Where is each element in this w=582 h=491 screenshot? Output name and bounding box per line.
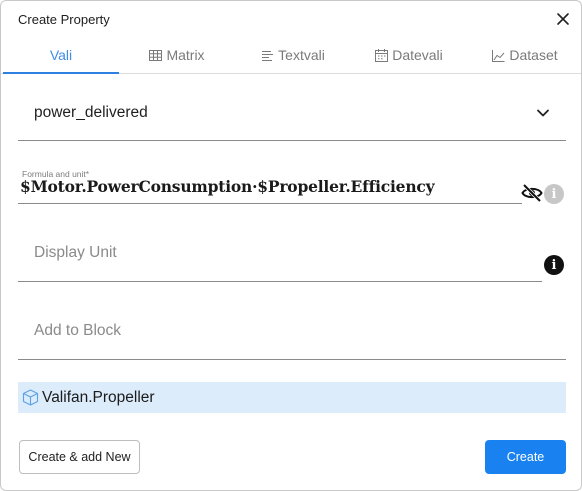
calendar-icon <box>375 48 389 62</box>
info-icon[interactable]: i <box>544 255 564 275</box>
area-chart-icon <box>492 49 505 62</box>
table-icon <box>149 49 163 62</box>
create-property-dialog: Create Property Vali Matrix Textvali Dat… <box>0 0 582 491</box>
display-unit-field[interactable]: Display Unit <box>18 230 542 282</box>
selected-block-label: Valifan.Propeller <box>42 389 155 406</box>
tab-vali[interactable]: Vali <box>3 37 119 74</box>
property-type-tabs: Vali Matrix Textvali Datevali Dataset <box>1 37 581 74</box>
tab-label: Dataset <box>509 47 558 63</box>
eye-off-icon[interactable] <box>521 183 543 203</box>
text-lines-icon <box>261 49 274 62</box>
tab-dataset[interactable]: Dataset <box>475 37 575 73</box>
chevron-down-icon[interactable] <box>536 106 550 120</box>
property-name-select[interactable]: power_delivered <box>18 90 566 141</box>
tab-textvali[interactable]: Textvali <box>245 37 341 73</box>
add-to-block-placeholder: Add to Block <box>34 322 122 339</box>
create-and-add-new-button[interactable]: Create & add New <box>19 440 140 474</box>
tab-datevali[interactable]: Datevali <box>359 37 459 73</box>
tab-label: Matrix <box>166 47 205 63</box>
tab-label: Datevali <box>392 47 443 63</box>
display-unit-placeholder: Display Unit <box>34 244 117 261</box>
formula-field[interactable]: Formula and unit* $Motor.PowerConsumptio… <box>18 167 522 204</box>
tab-label: Vali <box>49 47 73 63</box>
info-icon[interactable]: i <box>544 184 564 204</box>
add-to-block-field[interactable]: Add to Block <box>18 308 566 360</box>
property-name-value: power_delivered <box>34 104 148 121</box>
close-icon[interactable] <box>555 11 571 27</box>
tab-label: Textvali <box>278 47 325 63</box>
dialog-title: Create Property <box>18 12 110 27</box>
tab-matrix[interactable]: Matrix <box>129 37 225 73</box>
create-button[interactable]: Create <box>485 440 566 474</box>
selected-block-item[interactable]: Valifan.Propeller <box>18 382 566 413</box>
formula-value: $Motor.PowerConsumption·$Propeller.Effic… <box>20 177 435 196</box>
cube-icon <box>22 389 39 406</box>
dialog-titlebar: Create Property <box>1 1 581 37</box>
